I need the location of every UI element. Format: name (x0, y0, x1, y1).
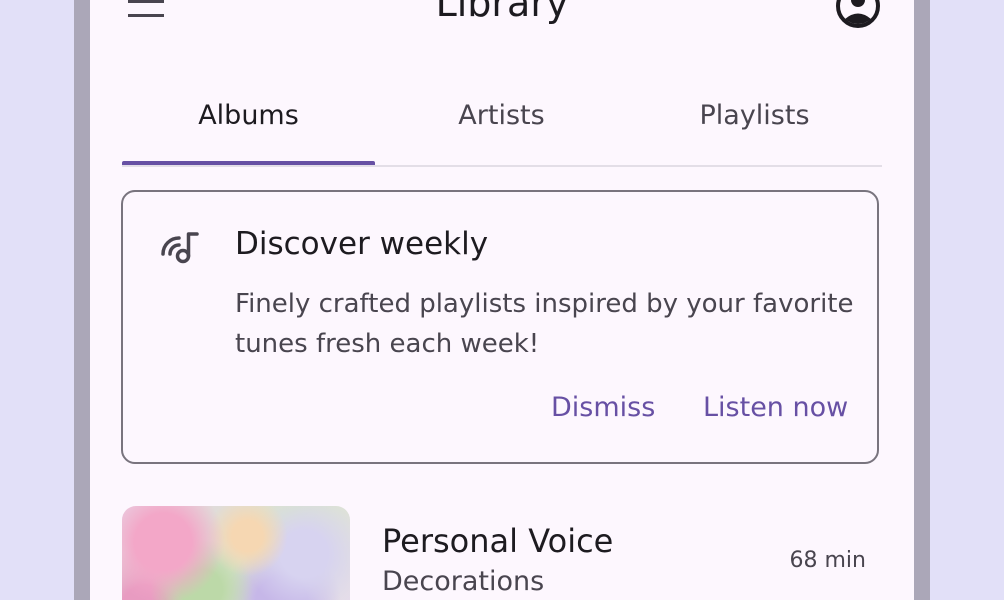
tab-albums[interactable]: Albums (122, 80, 375, 165)
card-title: Discover weekly (235, 226, 489, 262)
app-screen: Library Albums Artists Playlists Discove… (90, 0, 914, 600)
tabs-divider (122, 165, 882, 167)
album-list-item[interactable]: Personal Voice Decorations 68 min (122, 506, 882, 600)
tab-label: Artists (458, 100, 545, 131)
podcasts-music-icon (161, 232, 199, 264)
album-artist: Decorations (382, 566, 545, 597)
top-app-bar: Library (90, 0, 914, 40)
album-title: Personal Voice (382, 522, 614, 560)
dismiss-button[interactable]: Dismiss (551, 392, 655, 423)
tab-bar: Albums Artists Playlists (122, 80, 882, 167)
tab-artists[interactable]: Artists (375, 80, 628, 164)
tab-label: Albums (198, 100, 299, 131)
album-art-image (122, 506, 350, 600)
tab-label: Playlists (699, 100, 810, 131)
tab-playlists[interactable]: Playlists (628, 80, 881, 164)
card-body-text: Finely crafted playlists inspired by you… (235, 289, 854, 359)
page-title: Library (435, 0, 569, 25)
discover-weekly-card: Discover weekly Finely crafted playlists… (121, 190, 879, 464)
album-duration: 68 min (789, 548, 866, 573)
listen-now-button[interactable]: Listen now (703, 392, 848, 423)
account-circle-icon[interactable] (834, 0, 882, 30)
